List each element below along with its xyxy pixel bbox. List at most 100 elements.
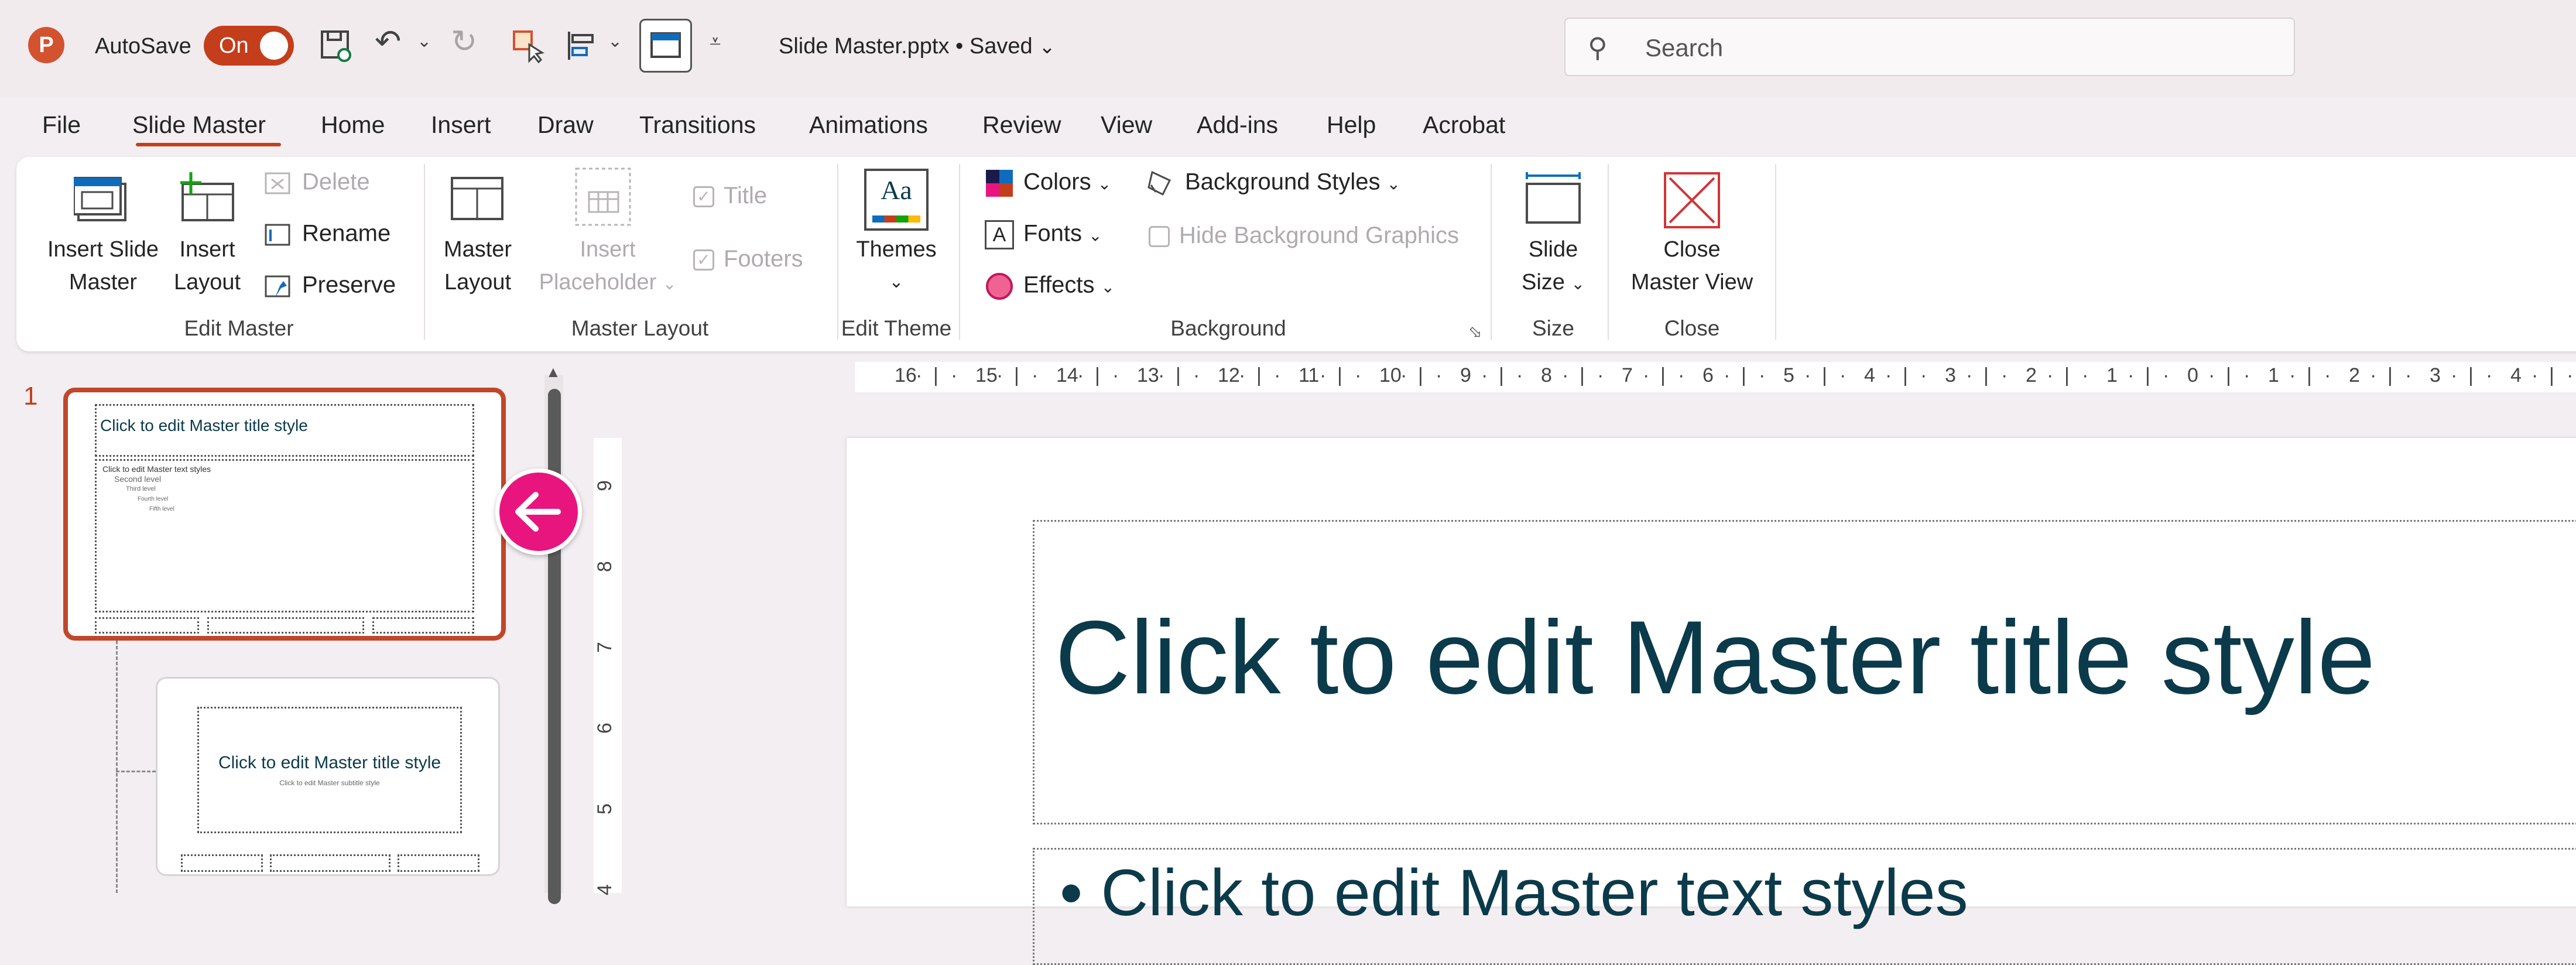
ruler-tick-mark: · xyxy=(1643,364,1650,386)
tab-acrobat[interactable]: Acrobat xyxy=(1423,111,1505,139)
thumb-body-level-3: Third level xyxy=(126,485,156,492)
close-master-view-button[interactable]: Close Master View xyxy=(1618,233,1766,299)
close-master-view-label-2: Master View xyxy=(1630,270,1753,295)
tab-add-ins[interactable]: Add-ins xyxy=(1197,111,1278,139)
shape-select-icon[interactable] xyxy=(512,29,546,64)
tab-draw[interactable]: Draw xyxy=(537,111,594,139)
back-button[interactable] xyxy=(495,468,582,555)
ruler-tick-mark: · xyxy=(2128,364,2135,386)
colors-chevron-down-icon: ⌄ xyxy=(1097,174,1112,193)
undo-icon[interactable]: ↶ xyxy=(375,26,401,57)
colors-button[interactable]: Colors ⌄ xyxy=(985,169,1111,198)
search-input[interactable]: ⚲ Search xyxy=(1564,18,2295,76)
ruler-tick-mark: · xyxy=(2289,364,2296,386)
horizontal-ruler: 16 · | · 15 · | · 14 · | · 13 · | · 12 · | · 11 · | · 10 · | · 9 · | · 8… xyxy=(855,362,2576,392)
insert-layout-icon xyxy=(179,171,235,224)
ruler-tick-label: 2 xyxy=(2349,364,2360,386)
rename-button[interactable]: Rename xyxy=(263,220,390,249)
toggle-knob xyxy=(260,32,288,60)
slide-title-text[interactable]: Click to edit Master title style xyxy=(1055,597,2375,717)
insert-slide-master-label-2: Master xyxy=(68,270,138,295)
ruler-tick-label: 1 xyxy=(2268,364,2279,386)
thumb2-footer-number xyxy=(398,854,479,872)
master-layout-button[interactable]: Master Layout xyxy=(433,233,522,299)
thumb2-title-placeholder: Click to edit Master title style Click t… xyxy=(197,707,462,833)
tab-file[interactable]: File xyxy=(42,111,81,139)
fonts-button[interactable]: A Fonts ⌄ xyxy=(985,220,1102,249)
group-separator xyxy=(1491,164,1492,340)
background-group-label: Background xyxy=(1170,316,1286,340)
align-dropdown-chevron-icon[interactable]: ⌄ xyxy=(608,33,622,50)
master-layout-label-2: Layout xyxy=(444,270,512,295)
master-layout-group-label: Master Layout xyxy=(571,316,709,340)
tab-transitions[interactable]: Transitions xyxy=(639,111,756,139)
ruler-tick-mark: · xyxy=(2405,364,2412,386)
ruler-tick-mark: · xyxy=(2082,364,2089,386)
thumb-title-text: Click to edit Master title style xyxy=(100,416,308,434)
tab-view[interactable]: View xyxy=(1101,111,1152,139)
customize-toolbar-icon[interactable]: ⩡ xyxy=(710,32,721,52)
themes-chevron-down-icon: ⌄ xyxy=(889,272,904,292)
title-layout-thumbnail[interactable]: Click to edit Master title style Click t… xyxy=(156,677,500,876)
background-styles-button[interactable]: Background Styles ⌄ xyxy=(1146,169,1400,198)
ruler-tick-mark: | xyxy=(2549,364,2554,386)
ruler-tick-mark: · xyxy=(1839,364,1847,386)
tab-help[interactable]: Help xyxy=(1327,111,1376,139)
insert-placeholder-label-1: Insert xyxy=(580,237,636,262)
undo-dropdown-chevron-icon[interactable]: ⌄ xyxy=(417,33,431,50)
thumb2-title-text: Click to edit Master title style xyxy=(218,753,441,772)
ruler-tick-mark: · xyxy=(1562,364,1569,386)
fonts-label: Fonts xyxy=(1023,220,1083,247)
tab-insert[interactable]: Insert xyxy=(431,111,491,139)
layout-connector-vertical xyxy=(116,641,118,893)
effects-icon xyxy=(985,272,1014,301)
insert-placeholder-label-2: Placeholder ⌄ xyxy=(539,270,677,295)
ruler-tick-label: 10 xyxy=(1379,364,1402,386)
ruler-tick-mark: · xyxy=(2486,364,2493,386)
document-title[interactable]: Slide Master.pptx • Saved ⌄ xyxy=(779,34,1056,59)
group-separator xyxy=(1775,164,1776,340)
ruler-tick-label: 12 xyxy=(1218,364,1240,386)
ruler-tick-mark: · xyxy=(1920,364,1927,386)
ruler-tick-mark: · xyxy=(2532,364,2539,386)
slide-size-button[interactable]: Slide Size ⌄ xyxy=(1503,233,1603,300)
master-layout-icon xyxy=(450,174,506,224)
footers-check-icon: ✓ xyxy=(693,249,714,271)
ruler-tick-mark: | xyxy=(1418,364,1423,386)
edit-master-group-label: Edit Master xyxy=(184,316,294,340)
autosave-toggle[interactable]: On xyxy=(204,26,294,66)
slide-size-label-1: Slide xyxy=(1528,237,1578,262)
preserve-button[interactable]: Preserve xyxy=(263,272,396,301)
slide-master-view-icon[interactable] xyxy=(639,19,692,73)
tab-home[interactable]: Home xyxy=(321,111,385,139)
hide-background-graphics-label: Hide Background Graphics xyxy=(1179,223,1460,248)
close-master-view-label-1: Close xyxy=(1663,237,1721,262)
insert-slide-master-button[interactable]: Insert Slide Master xyxy=(34,233,172,299)
tab-review[interactable]: Review xyxy=(982,111,1061,139)
ruler-tick-label: 2 xyxy=(2026,364,2037,386)
save-icon[interactable] xyxy=(320,29,352,62)
ruler-tick-mark: | xyxy=(1095,364,1100,386)
active-tab-indicator xyxy=(136,143,281,146)
insert-placeholder-icon xyxy=(574,166,632,227)
ruler-tick-mark: | xyxy=(2468,364,2474,386)
slide-master-thumbnail[interactable]: Click to edit Master title style Click t… xyxy=(63,388,506,641)
ruler-tick-mark: · xyxy=(1274,364,1281,386)
insert-layout-button[interactable]: Insert Layout xyxy=(172,233,242,299)
effects-button[interactable]: Effects ⌄ xyxy=(985,272,1115,301)
scroll-up-arrow-icon[interactable]: ▲ xyxy=(546,363,561,381)
themes-button[interactable]: Themes ⌄ xyxy=(848,233,945,299)
format-background-launcher-icon[interactable]: ⬂ xyxy=(1468,322,1482,341)
thumbnail-scrollbar-thumb[interactable] xyxy=(548,389,561,904)
thumb2-footer-text xyxy=(270,854,390,872)
effects-chevron-down-icon: ⌄ xyxy=(1101,278,1115,296)
separator-dot: • xyxy=(955,34,970,59)
ruler-tick-mark: | xyxy=(1660,364,1666,386)
ruler-tick-mark: | xyxy=(2307,364,2312,386)
tab-animations[interactable]: Animations xyxy=(809,111,928,139)
tab-slide-master[interactable]: Slide Master xyxy=(132,111,266,139)
align-icon[interactable] xyxy=(566,29,598,62)
ruler-tick-mark: · xyxy=(1112,364,1119,386)
ruler-tick-mark: · xyxy=(996,364,1003,386)
ruler-tick-mark: | xyxy=(1903,364,1908,386)
